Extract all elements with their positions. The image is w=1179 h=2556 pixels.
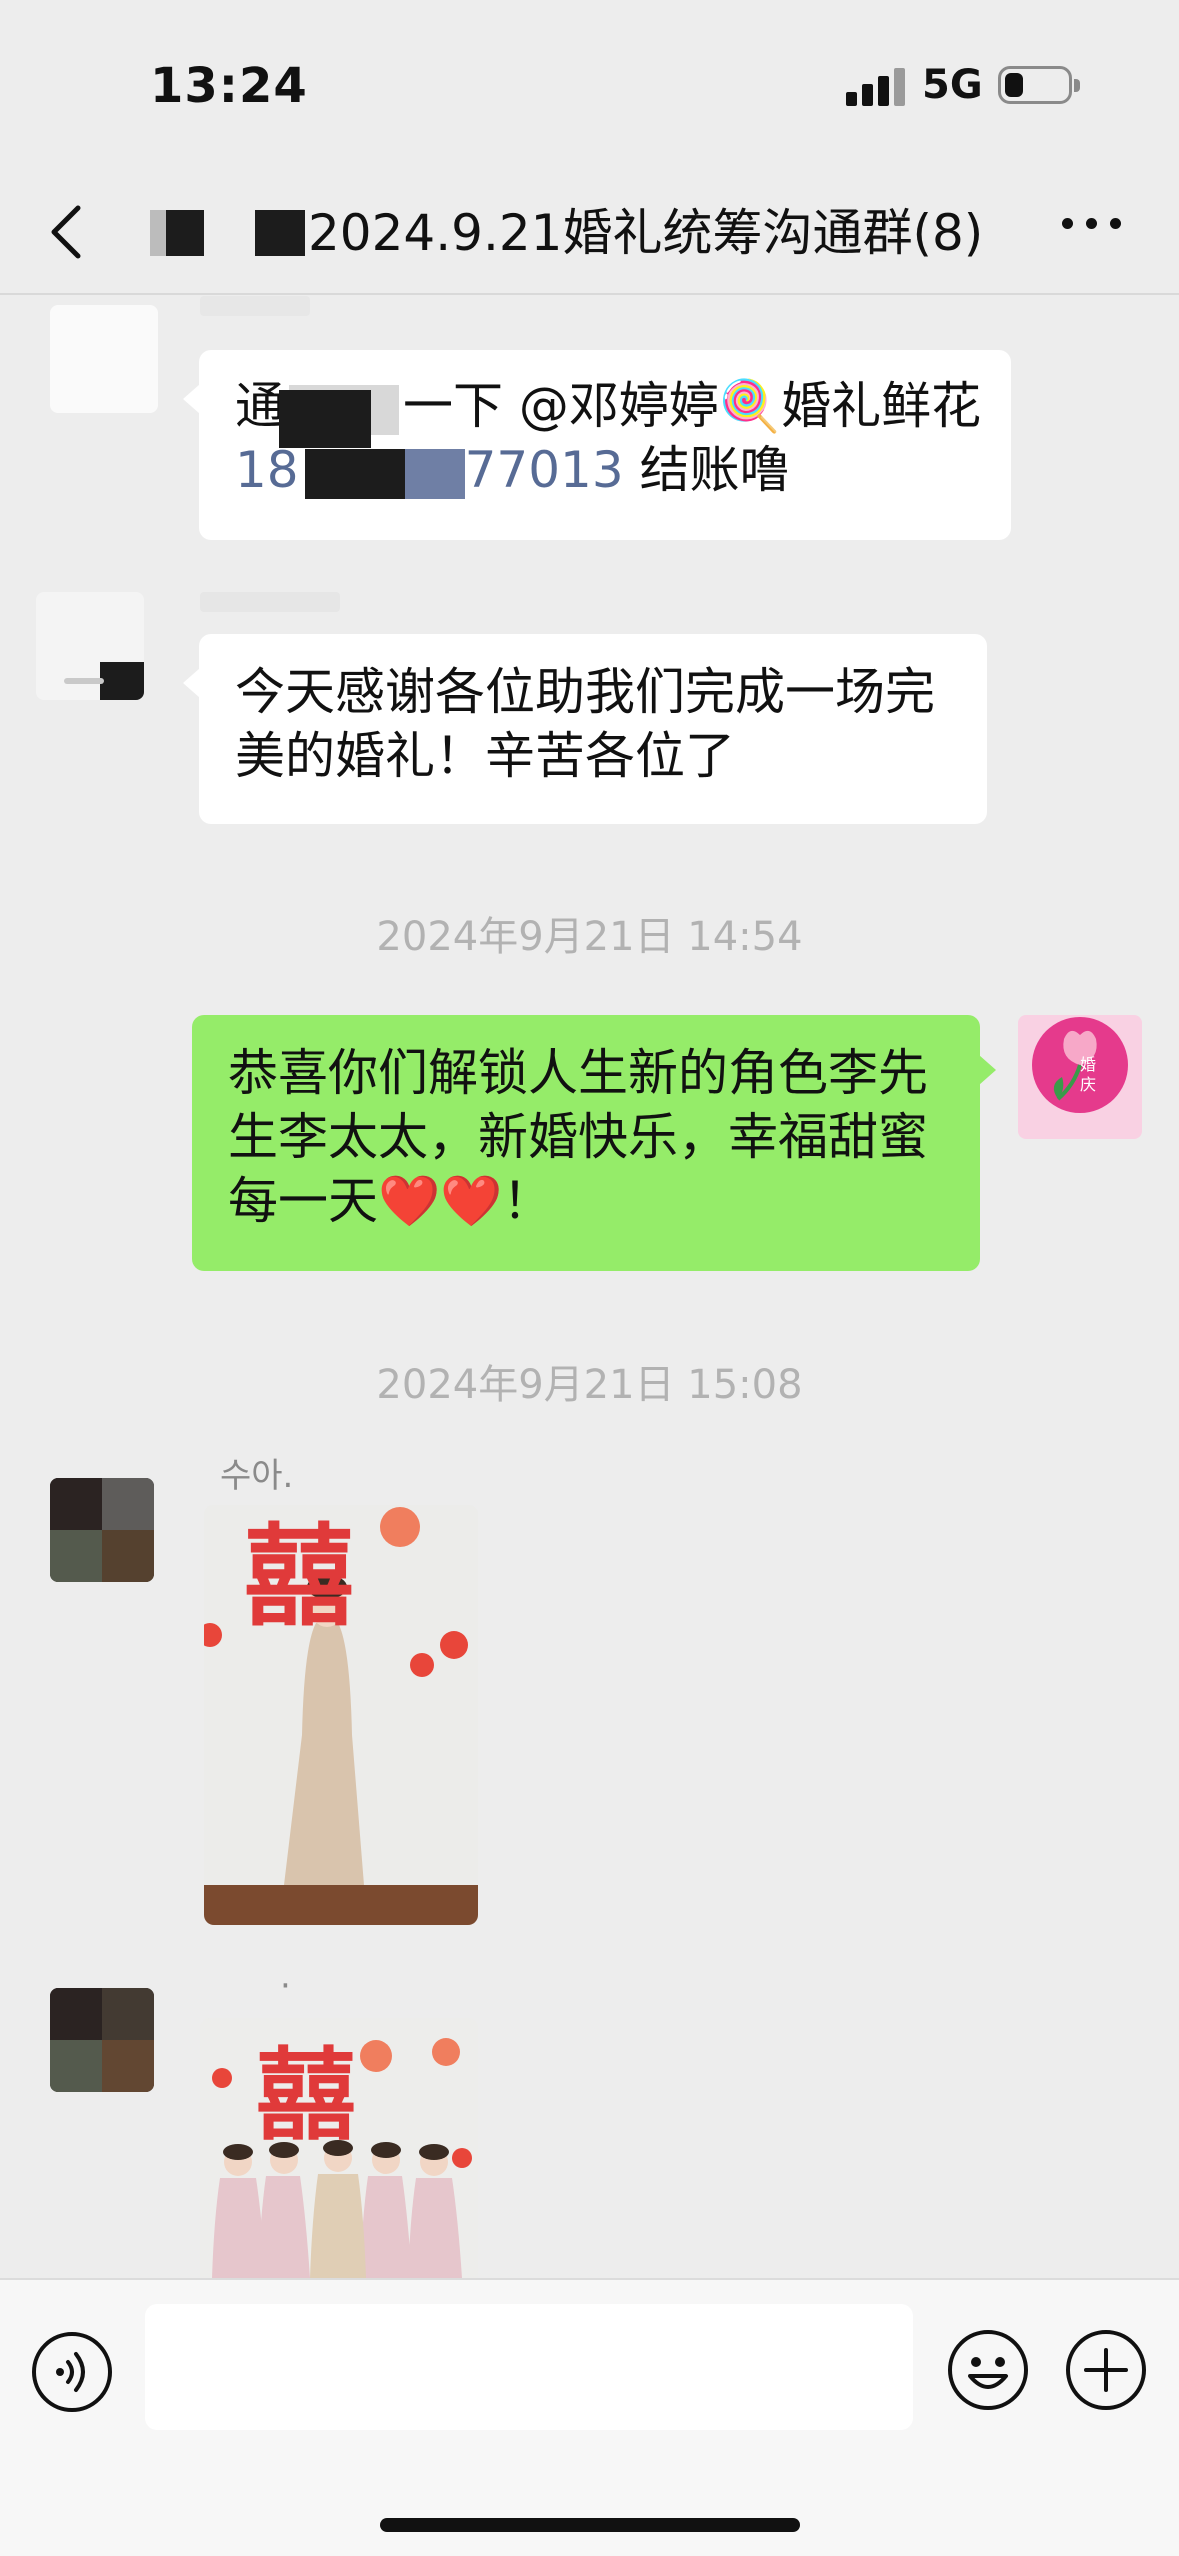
image-message[interactable]: 囍 [200, 2018, 478, 2278]
timestamp: 2024年9月21日 15:08 [376, 1362, 803, 1408]
phone-link[interactable]: 18 [235, 441, 299, 499]
message-bubble[interactable]: 通 一下 @邓婷婷🍭婚礼鲜花 18 77013 结账噜 [183, 350, 1011, 540]
voice-icon [32, 2332, 112, 2412]
status-bar: 13:24 5G [0, 0, 1179, 170]
voice-button[interactable] [30, 2330, 114, 2414]
redaction [279, 390, 371, 448]
network-label: 5G [922, 62, 983, 108]
chat-title: 2024.9.21婚礼统筹沟通群(8) [150, 198, 1040, 268]
avatar[interactable] [50, 1988, 154, 2092]
more-button[interactable] [1062, 214, 1124, 234]
plus-button[interactable] [1064, 2328, 1148, 2412]
timestamp: 2024年9月21日 14:54 [376, 914, 803, 960]
input-bar [0, 2278, 1179, 2556]
sender-name: 수아. [220, 1456, 294, 1496]
sender-name [200, 592, 340, 612]
double-happiness-glyph: 囍 [244, 1513, 354, 1641]
emoji-button[interactable] [946, 2328, 1030, 2412]
chat-title-text: 2024.9.21婚礼统筹沟通群(8) [308, 204, 984, 262]
message-bubble-sent[interactable]: 恭喜你们解锁人生新的角色李先生李太太，新婚快乐，幸福甜蜜每一天❤️❤️！ [192, 1015, 996, 1271]
message-text: 恭喜你们解锁人生新的角色李先生李太太，新婚快乐，幸福甜蜜每一天❤️❤️！ [228, 1044, 928, 1230]
home-indicator [380, 2518, 800, 2532]
signal-strength-icon [846, 68, 906, 106]
sender-name [200, 296, 310, 316]
sender-name: · [280, 1966, 291, 2006]
status-time: 13:24 [150, 58, 308, 114]
nav-bar: 2024.9.21婚礼统筹沟通群(8) [0, 170, 1179, 295]
avatar[interactable] [50, 1478, 154, 1582]
plus-icon [1066, 2330, 1146, 2410]
double-happiness-glyph: 囍 [256, 2037, 356, 2154]
message-text: 一下 @邓婷婷🍭婚礼鲜花 [403, 377, 982, 435]
redaction [255, 210, 305, 256]
message-input[interactable] [145, 2304, 913, 2430]
back-button[interactable] [40, 200, 100, 264]
message-bubble[interactable]: 今天感谢各位助我们完成一场完美的婚礼！辛苦各位了 [183, 634, 987, 824]
avatar[interactable] [50, 305, 158, 413]
avatar[interactable] [36, 592, 144, 700]
chevron-left-icon [51, 205, 81, 259]
my-avatar[interactable]: 婚庆 [1018, 1015, 1142, 1139]
redaction [166, 210, 204, 256]
battery-icon [998, 66, 1080, 104]
message-text-prefix: 通 [235, 377, 285, 435]
phone-link[interactable]: 77013 [465, 441, 624, 499]
image-message[interactable]: 囍 [204, 1505, 478, 1925]
message-text: 结账噜 [623, 441, 790, 499]
emoji-icon [948, 2330, 1028, 2410]
message-text: 今天感谢各位助我们完成一场完美的婚礼！辛苦各位了 [235, 663, 935, 785]
avatar-label: 婚庆 [1080, 1055, 1097, 1094]
